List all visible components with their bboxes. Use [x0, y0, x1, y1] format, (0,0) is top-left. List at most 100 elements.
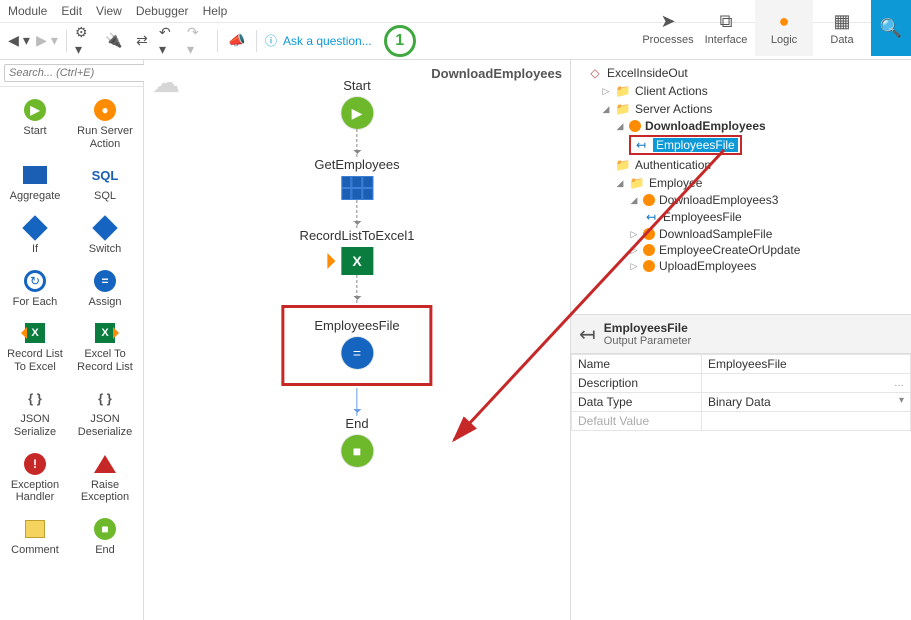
tool-switch[interactable]: Switch — [70, 209, 140, 262]
plug-button[interactable]: 🔌 — [103, 30, 125, 52]
tool-icon: ↻ — [22, 268, 48, 294]
tool-label: Start — [23, 125, 46, 138]
tab-interface[interactable]: ⧉ Interface — [697, 0, 755, 56]
tool-sql[interactable]: SQLSQL — [70, 156, 140, 209]
ask-question-link[interactable]: Ask a question... — [283, 34, 372, 48]
announce-button[interactable]: 📣 — [226, 30, 248, 52]
prop-dt-key: Data Type — [572, 393, 702, 412]
tool-record-list-to-excel[interactable]: XRecord List To Excel — [0, 314, 70, 379]
prop-name-key: Name — [572, 355, 702, 374]
tool-icon: ● — [92, 97, 118, 123]
tool-raise-exception[interactable]: Raise Exception — [70, 445, 140, 510]
tool-if[interactable]: If — [0, 209, 70, 262]
menu-debugger[interactable]: Debugger — [136, 4, 189, 18]
tree-root[interactable]: ◇ExcelInsideOut — [573, 64, 909, 82]
tab-interface-label: Interface — [705, 34, 748, 46]
output-param-icon: ↤ — [633, 137, 649, 153]
tool-icon: { } — [92, 385, 118, 411]
tab-processes[interactable]: ➤ Processes — [639, 0, 697, 56]
tree-server-actions[interactable]: ◢📁Server Actions — [573, 100, 909, 118]
menu-edit[interactable]: Edit — [61, 4, 82, 18]
prop-desc-val[interactable]: … — [702, 374, 911, 393]
tree-dsf[interactable]: ▷DownloadSampleFile — [573, 226, 909, 242]
tool-end[interactable]: ■End — [70, 510, 140, 563]
tree-de3[interactable]: ◢DownloadEmployees3 — [573, 192, 909, 208]
undo-button[interactable]: ↶ ▾ — [159, 30, 181, 52]
node-excel[interactable]: X — [341, 247, 373, 275]
tree-de3-out[interactable]: ↤EmployeesFile — [573, 208, 909, 226]
node-get-label: GetEmployees — [314, 157, 399, 172]
node-get[interactable] — [341, 176, 373, 200]
tool-comment[interactable]: Comment — [0, 510, 70, 563]
tree-authentication[interactable]: 📁Authentication — [573, 156, 909, 174]
tool-icon — [92, 451, 118, 477]
tool-aggregate[interactable]: Aggregate — [0, 156, 70, 209]
tool-exception-handler[interactable]: !Exception Handler — [0, 445, 70, 510]
tool-json-deserialize[interactable]: { }JSON Deserialize — [70, 379, 140, 444]
toolbox-search[interactable] — [4, 64, 157, 82]
tool-icon: = — [92, 268, 118, 294]
toolbox: « ▶Start●Run Server ActionAggregateSQLSQ… — [0, 60, 144, 620]
flow-canvas[interactable]: ☁ DownloadEmployees Start ▶ GetEmployees… — [144, 60, 571, 620]
node-end[interactable]: ■ — [341, 435, 373, 467]
back-button[interactable]: ◀ ▾ — [8, 30, 30, 52]
action-icon — [629, 120, 641, 132]
tab-logic[interactable]: ● Logic — [755, 0, 813, 56]
tool-label: If — [32, 243, 38, 256]
search-icon: 🔍 — [880, 18, 902, 39]
menu-view[interactable]: View — [96, 4, 122, 18]
tree-ecu[interactable]: ▷EmployeeCreateOrUpdate — [573, 242, 909, 258]
tool-for-each[interactable]: ↻ For Each — [0, 262, 70, 315]
tool-icon: X — [22, 320, 48, 346]
prop-name-val[interactable]: EmployeesFile — [702, 355, 911, 374]
tool-icon — [92, 215, 118, 241]
redo-button[interactable]: ↷ ▾ — [187, 30, 209, 52]
tool-label: Record List To Excel — [2, 348, 68, 373]
gear-button[interactable]: ⚙ ▾ — [75, 30, 97, 52]
tool-json-serialize[interactable]: { }JSON Serialize — [0, 379, 70, 444]
cloud-watermark: ☁ — [152, 66, 180, 99]
prop-subtitle: Output Parameter — [604, 335, 691, 347]
tool-icon — [22, 516, 48, 542]
tool-label: Switch — [89, 243, 121, 256]
interface-icon: ⧉ — [720, 11, 733, 32]
menu-help[interactable]: Help — [203, 4, 228, 18]
data-icon: ▦ — [833, 11, 850, 32]
tool-start[interactable]: ▶Start — [0, 91, 70, 156]
tool-icon — [22, 162, 48, 188]
forward-button[interactable]: ▶ ▾ — [36, 30, 58, 52]
tab-search[interactable]: 🔍 — [871, 0, 911, 56]
node-start[interactable]: ▶ — [341, 97, 373, 129]
swap-button[interactable]: ⇄ — [131, 30, 153, 52]
tool-label: JSON Serialize — [2, 413, 68, 438]
node-excel-label: RecordListToExcel1 — [300, 228, 415, 243]
tool-label: Excel To Record List — [72, 348, 138, 373]
prop-def-val — [702, 412, 911, 431]
logic-tree[interactable]: ◇ExcelInsideOut ▷📁Client Actions ◢📁Serve… — [571, 60, 911, 315]
tree-employees-file[interactable]: ↤ EmployeesFile — [573, 134, 909, 156]
tool-run-server-action[interactable]: ●Run Server Action — [70, 91, 140, 156]
output-icon: ↤ — [579, 322, 596, 347]
node-assign[interactable]: = — [341, 337, 373, 369]
tree-employee[interactable]: ◢📁Employee — [573, 174, 909, 192]
tool-excel-to-record-list[interactable]: XExcel To Record List — [70, 314, 140, 379]
tool-label: Comment — [11, 544, 59, 557]
tool-assign[interactable]: = Assign — [70, 262, 140, 315]
node-assign-label: EmployeesFile — [314, 318, 399, 333]
tool-label: JSON Deserialize — [72, 413, 138, 438]
tool-label: For Each — [13, 296, 58, 309]
tree-ue[interactable]: ▷UploadEmployees — [573, 258, 909, 274]
tree-client-actions[interactable]: ▷📁Client Actions — [573, 82, 909, 100]
prop-dt-val[interactable]: Binary Data▾ — [702, 393, 911, 412]
tool-label: Raise Exception — [72, 479, 138, 504]
prop-title: EmployeesFile — [604, 321, 691, 335]
logic-icon: ● — [779, 11, 790, 32]
tool-icon — [22, 215, 48, 241]
flow-title: DownloadEmployees — [431, 66, 562, 81]
tool-label: Assign — [88, 296, 121, 309]
node-assign-highlight: EmployeesFile = — [281, 305, 432, 386]
tool-icon: ■ — [92, 516, 118, 542]
tab-data[interactable]: ▦ Data — [813, 0, 871, 56]
tree-download-employees[interactable]: ◢DownloadEmployees — [573, 118, 909, 134]
menu-module[interactable]: Module — [8, 4, 47, 18]
